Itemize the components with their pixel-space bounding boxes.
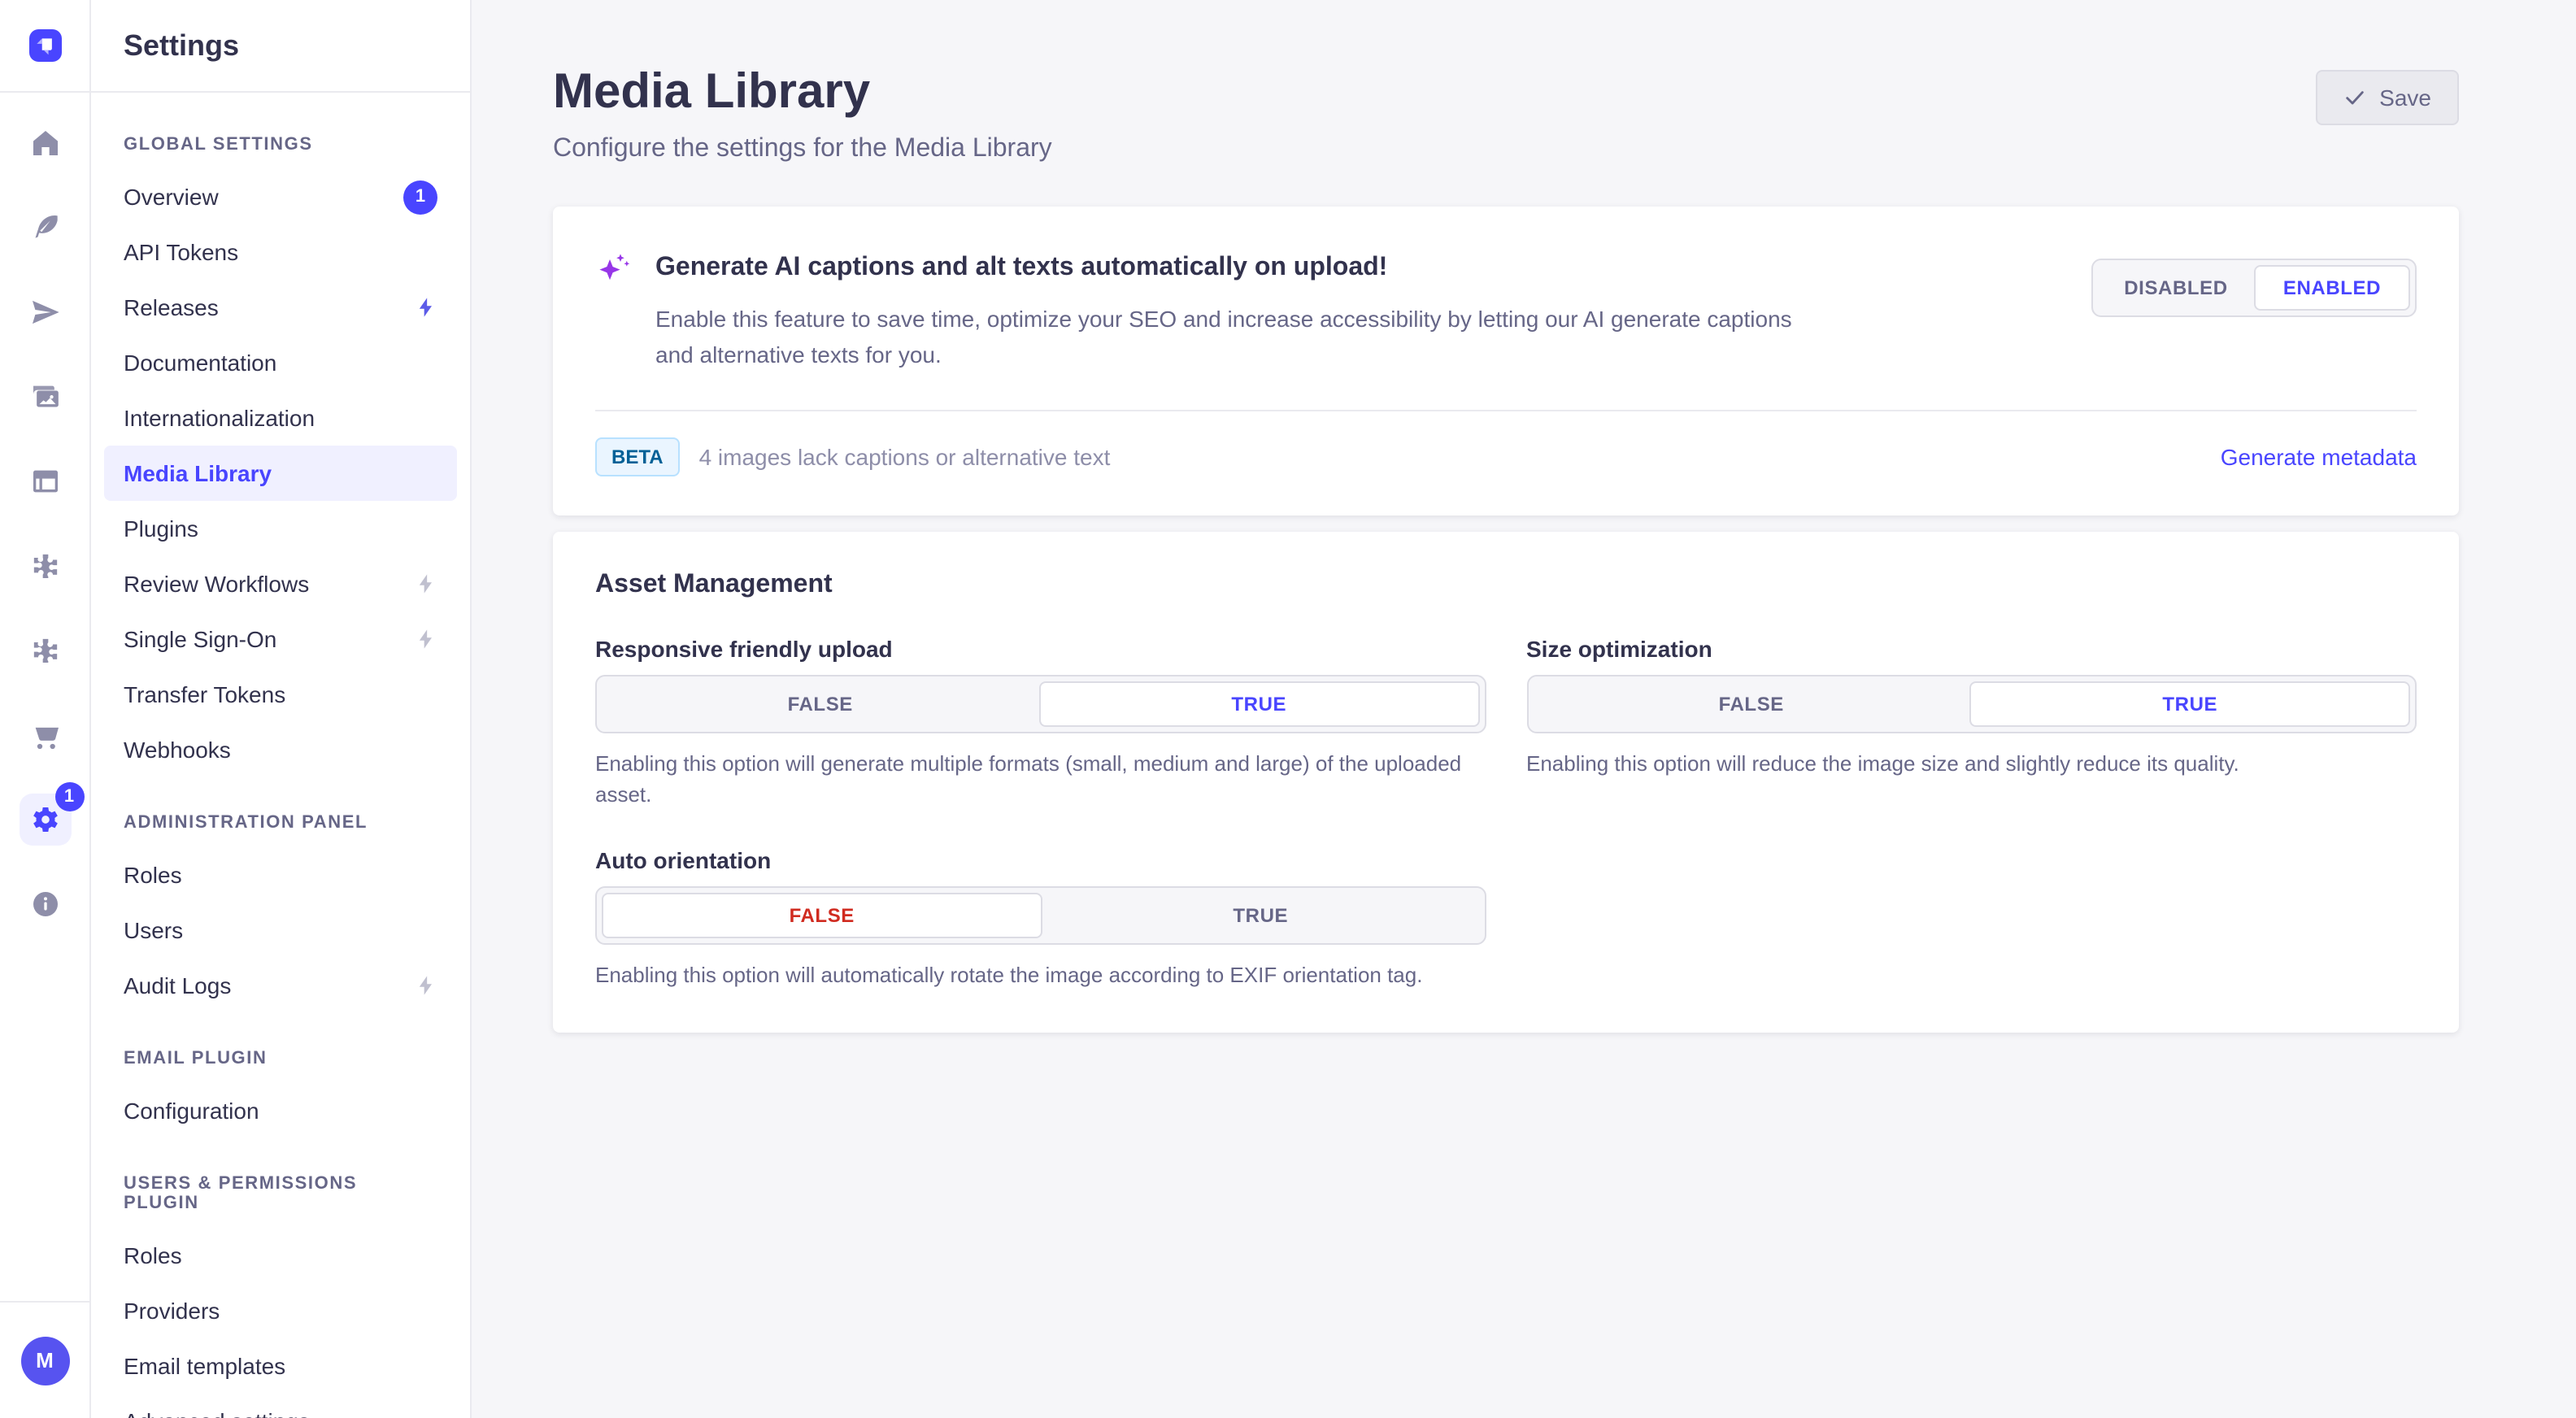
toggle-option-true[interactable]: TRUE (1042, 893, 1480, 938)
field-label: Size optimization (1526, 636, 2417, 662)
overview-badge: 1 (403, 180, 437, 214)
settings-sidebar-header: Settings (91, 0, 470, 93)
sidebar-item-releases[interactable]: Releases (104, 280, 457, 335)
page-header: Media Library Configure the settings for… (553, 0, 2459, 164)
sidebar-item-single-sign-on[interactable]: Single Sign-On (104, 611, 457, 667)
strip-bottom: M (0, 1301, 89, 1418)
field-hint: Enabling this option will reduce the ima… (1526, 748, 2417, 780)
field-label: Auto orientation (595, 847, 1486, 873)
lightning-icon (415, 572, 437, 595)
section-label: USERS & PERMISSIONS PLUGIN (104, 1161, 457, 1228)
section-label: ADMINISTRATION PANEL (104, 800, 457, 847)
sidebar-item-webhooks[interactable]: Webhooks (104, 722, 457, 777)
main-content: Media Library Configure the settings for… (472, 0, 2576, 1418)
home-icon[interactable] (25, 124, 64, 163)
auto-orientation-toggle: FALSE TRUE (595, 886, 1486, 945)
ai-captions-bottom: BETA 4 images lack captions or alternati… (595, 437, 2417, 476)
section-label: EMAIL PLUGIN (104, 1036, 457, 1083)
asset-management-card: Asset Management Responsive friendly upl… (553, 532, 2459, 1033)
check-icon (2343, 86, 2366, 109)
marketplace-puzzle-icon[interactable] (25, 631, 64, 670)
section-label: GLOBAL SETTINGS (104, 122, 457, 169)
info-icon[interactable] (25, 885, 64, 924)
sidebar-item-api-tokens[interactable]: API Tokens (104, 224, 457, 280)
sidebar-item-media-library[interactable]: Media Library (104, 446, 457, 501)
sidebar-item-review-workflows[interactable]: Review Workflows (104, 556, 457, 611)
strip-icons: 1 (19, 93, 71, 924)
ai-captions-card: Generate AI captions and alt texts autom… (553, 207, 2459, 515)
sidebar-item-documentation[interactable]: Documentation (104, 335, 457, 390)
toggle-option-false[interactable]: FALSE (602, 893, 1042, 938)
content-type-builder-icon[interactable] (25, 462, 64, 501)
sidebar-item-email-configuration[interactable]: Configuration (104, 1083, 457, 1138)
generate-metadata-link[interactable]: Generate metadata (2221, 444, 2417, 470)
ai-captions-top: Generate AI captions and alt texts autom… (595, 249, 2417, 374)
toggle-option-disabled[interactable]: DISABLED (2098, 265, 2254, 311)
sparkle-icon (595, 249, 634, 288)
logo-row (0, 0, 89, 93)
asset-management-title: Asset Management (595, 571, 2417, 600)
ai-enabled-toggle: DISABLED ENABLED (2091, 259, 2417, 317)
sidebar-item-admin-roles[interactable]: Roles (104, 847, 457, 903)
avatar[interactable]: M (20, 1336, 69, 1385)
toggle-option-true[interactable]: TRUE (1970, 681, 2411, 727)
media-library-pictures-icon[interactable] (25, 377, 64, 416)
purchases-cart-icon[interactable] (25, 716, 64, 755)
size-optimization-toggle: FALSE TRUE (1526, 675, 2417, 733)
toggle-option-false[interactable]: FALSE (602, 681, 1039, 727)
settings-notification-badge: 1 (54, 782, 84, 811)
settings-sidebar: Settings GLOBAL SETTINGS Overview 1 API … (91, 0, 472, 1418)
settings-gear-icon[interactable]: 1 (19, 794, 71, 846)
sidebar-item-providers[interactable]: Providers (104, 1283, 457, 1338)
sidebar-item-email-templates[interactable]: Email templates (104, 1338, 457, 1394)
save-button[interactable]: Save (2316, 70, 2459, 125)
lightning-icon (415, 628, 437, 650)
sidebar-item-overview[interactable]: Overview 1 (104, 169, 457, 224)
lightning-icon (415, 296, 437, 319)
sidebar-item-transfer-tokens[interactable]: Transfer Tokens (104, 667, 457, 722)
field-auto-orientation: Auto orientation FALSE TRUE Enabling thi… (595, 847, 1486, 991)
field-hint: Enabling this option will automatically … (595, 959, 1486, 991)
section-global-settings: GLOBAL SETTINGS Overview 1 API Tokens Re… (104, 122, 457, 777)
field-label: Responsive friendly upload (595, 636, 1486, 662)
lightning-icon (415, 974, 437, 997)
sidebar-item-plugins[interactable]: Plugins (104, 501, 457, 556)
app-root: 1 M Settings GLOBAL SETTINGS Overview 1 (0, 0, 2576, 1418)
sidebar-item-audit-logs[interactable]: Audit Logs (104, 958, 457, 1013)
sidebar-item-advanced-settings[interactable]: Advanced settings (104, 1394, 457, 1418)
asset-management-grid: Responsive friendly upload FALSE TRUE En… (595, 636, 2417, 991)
page-subtitle: Configure the settings for the Media Lib… (553, 135, 1052, 164)
toggle-option-false[interactable]: FALSE (1533, 681, 1970, 727)
field-responsive-friendly-upload: Responsive friendly upload FALSE TRUE En… (595, 636, 1486, 811)
sidebar-item-internationalization[interactable]: Internationalization (104, 390, 457, 446)
icon-strip: 1 M (0, 0, 91, 1418)
field-hint: Enabling this option will generate multi… (595, 748, 1486, 811)
section-email-plugin: EMAIL PLUGIN Configuration (104, 1036, 457, 1138)
section-users-permissions-plugin: USERS & PERMISSIONS PLUGIN Roles Provide… (104, 1161, 457, 1418)
toggle-option-enabled[interactable]: ENABLED (2254, 265, 2410, 311)
plugins-puzzle-icon[interactable] (25, 546, 64, 585)
releases-paper-plane-icon[interactable] (25, 293, 64, 332)
missing-captions-status: 4 images lack captions or alternative te… (699, 444, 1111, 470)
field-size-optimization: Size optimization FALSE TRUE Enabling th… (1526, 636, 2417, 811)
toggle-option-true[interactable]: TRUE (1039, 681, 1480, 727)
page-title: Media Library (553, 65, 1052, 119)
beta-badge: BETA (595, 437, 680, 476)
responsive-upload-toggle: FALSE TRUE (595, 675, 1486, 733)
divider (595, 410, 2417, 411)
sidebar-item-up-roles[interactable]: Roles (104, 1228, 457, 1283)
section-administration-panel: ADMINISTRATION PANEL Roles Users Audit L… (104, 800, 457, 1013)
strapi-logo-icon[interactable] (22, 23, 67, 68)
ai-banner-title: Generate AI captions and alt texts autom… (655, 254, 1387, 283)
content-manager-feather-icon[interactable] (25, 208, 64, 247)
sidebar-title: Settings (124, 28, 239, 63)
ai-banner-description: Enable this feature to save time, optimi… (655, 301, 1826, 374)
sidebar-item-users[interactable]: Users (104, 903, 457, 958)
settings-sidebar-body: GLOBAL SETTINGS Overview 1 API Tokens Re… (91, 93, 470, 1418)
